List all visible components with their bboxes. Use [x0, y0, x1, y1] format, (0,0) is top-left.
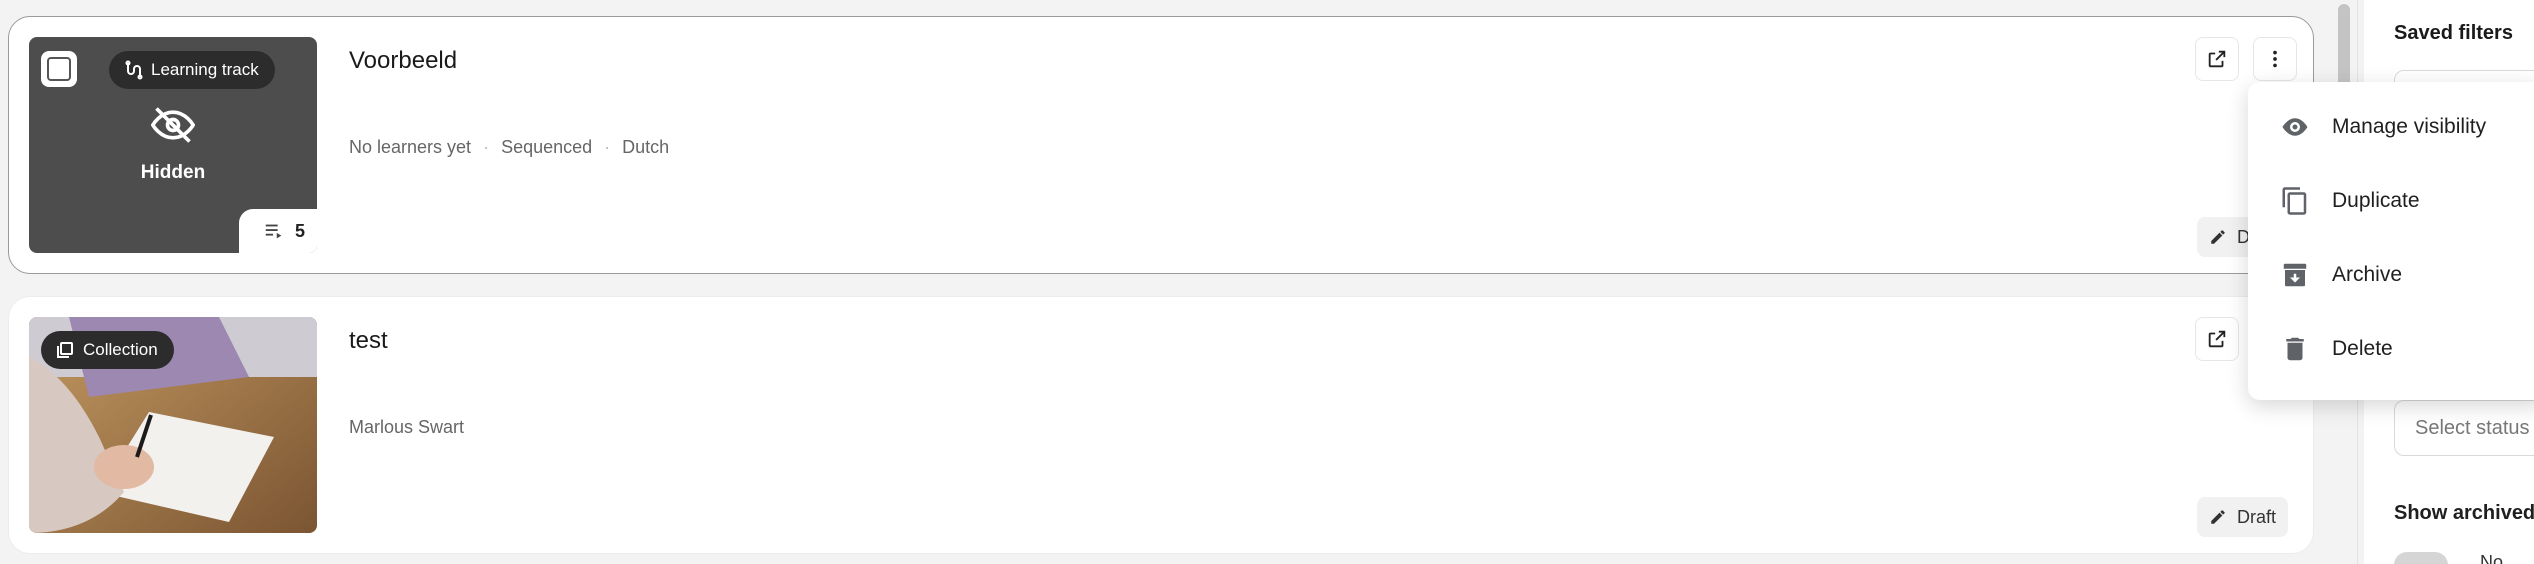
- eye-icon: [2282, 118, 2308, 136]
- pencil-icon: [2211, 230, 2225, 244]
- type-badge: Collection: [41, 331, 174, 369]
- hidden-indicator: Hidden: [29, 103, 317, 184]
- eye-off-icon: [150, 107, 196, 143]
- toggle-label: No: [2480, 552, 2504, 564]
- collection-icon: [57, 342, 73, 358]
- menu-item-delete[interactable]: Delete: [2280, 334, 2393, 364]
- copy-icon: [2282, 187, 2307, 215]
- menu-item-label: Archive: [2332, 263, 2403, 286]
- open-external-icon: [2208, 330, 2226, 348]
- trash-icon: [2286, 337, 2304, 361]
- menu-item-label: Duplicate: [2332, 189, 2420, 212]
- open-external-button[interactable]: [2195, 37, 2239, 81]
- show-archived-toggle[interactable]: [2394, 552, 2448, 564]
- status-label: Draft: [2237, 506, 2277, 527]
- meta-author: Marlous Swart: [349, 417, 465, 437]
- route-icon: [125, 60, 143, 80]
- more-options-button[interactable]: [2253, 37, 2297, 81]
- card-thumbnail[interactable]: Learning track Hidden 5: [29, 37, 317, 253]
- status-select[interactable]: Select status: [2394, 400, 2534, 456]
- meta-learners: No learners yet: [349, 137, 472, 157]
- status-chip[interactable]: Draft: [2197, 497, 2289, 537]
- menu-item-label: Manage visibility: [2332, 115, 2487, 138]
- card-thumbnail[interactable]: Collection: [29, 317, 317, 533]
- type-badge-label: Collection: [83, 340, 158, 359]
- saved-filters-title: Saved filters: [2394, 22, 2513, 44]
- type-badge: Learning track: [109, 51, 275, 89]
- item-count-value: 5: [294, 220, 305, 241]
- show-archived-title: Show archived: [2394, 502, 2534, 524]
- card-title[interactable]: Voorbeeld: [349, 47, 457, 75]
- select-checkbox[interactable]: [41, 51, 77, 87]
- archive-icon: [2283, 263, 2307, 287]
- course-card[interactable]: Collection test Marlous Swart Draft: [8, 296, 2314, 554]
- hidden-label: Hidden: [140, 162, 206, 183]
- menu-item-label: Delete: [2332, 337, 2393, 360]
- pencil-icon: [2211, 510, 2225, 524]
- open-external-icon: [2208, 50, 2226, 68]
- menu-item-manage-visibility[interactable]: Manage visibility: [2280, 112, 2486, 142]
- context-menu: Manage visibility Duplicate Archive Dele…: [2248, 82, 2534, 400]
- item-count: 5: [239, 209, 317, 253]
- course-card[interactable]: Learning track Hidden 5 Voorbeeld No lea…: [8, 16, 2314, 274]
- card-meta: Marlous Swart: [349, 417, 464, 438]
- meta-language: Dutch: [622, 137, 670, 157]
- menu-item-archive[interactable]: Archive: [2280, 260, 2402, 290]
- menu-item-duplicate[interactable]: Duplicate: [2280, 186, 2420, 216]
- type-badge-label: Learning track: [151, 60, 259, 79]
- kebab-menu-icon: [2273, 50, 2277, 68]
- playlist-icon: [265, 224, 282, 239]
- open-external-button[interactable]: [2195, 317, 2239, 361]
- card-meta: No learners yet · Sequenced · Dutch: [349, 137, 670, 157]
- meta-order: Sequenced: [501, 137, 593, 157]
- card-title[interactable]: test: [349, 327, 388, 355]
